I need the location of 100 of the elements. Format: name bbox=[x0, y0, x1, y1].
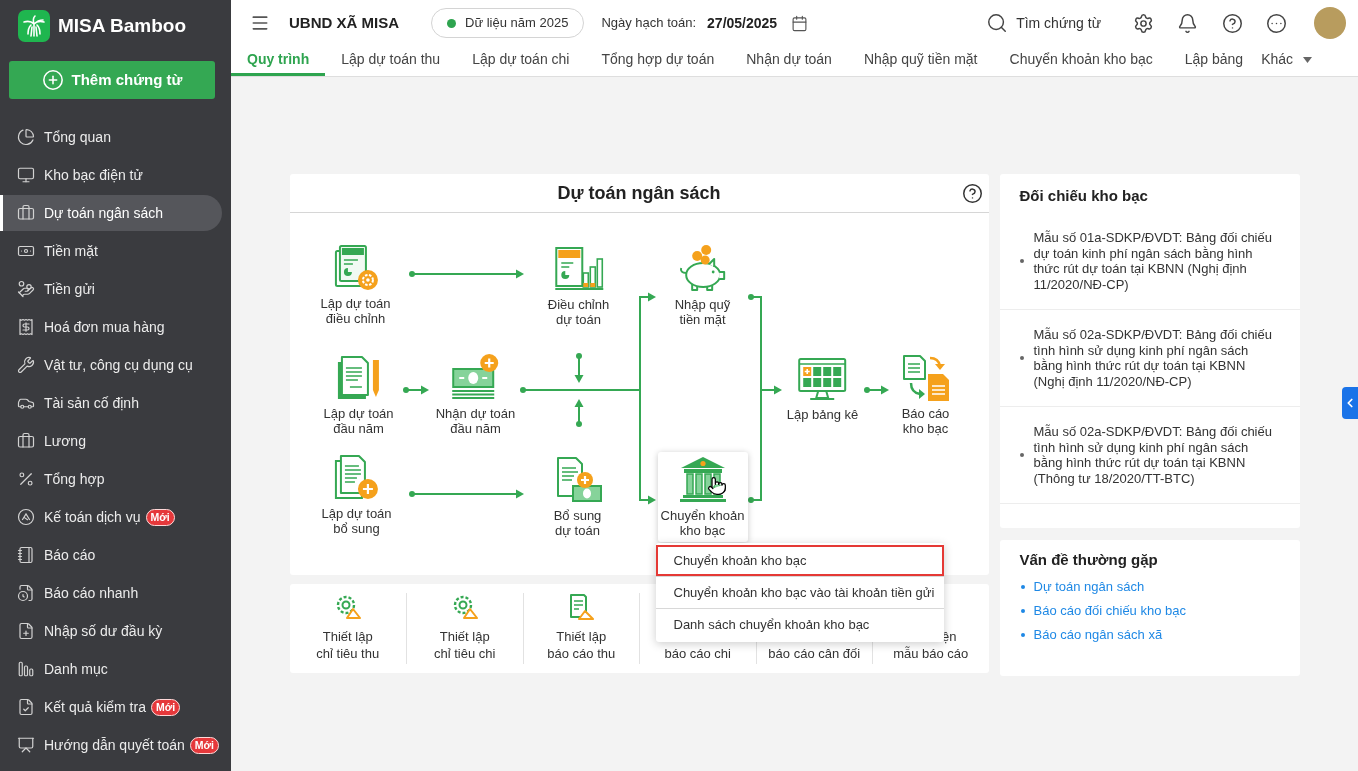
bullet-icon bbox=[1020, 609, 1025, 613]
tab[interactable]: Lập dự toán chi bbox=[456, 46, 586, 76]
notebook-icon bbox=[17, 546, 35, 564]
process-step[interactable]: Nhận dự toán đầu năm bbox=[435, 352, 516, 436]
monitor-icon bbox=[17, 166, 35, 184]
collapse-button[interactable] bbox=[1342, 387, 1358, 419]
presentation-icon bbox=[17, 736, 35, 754]
sidebar-item[interactable]: Dự toán ngân sách bbox=[0, 195, 222, 231]
settings-icon[interactable] bbox=[1133, 12, 1154, 34]
process-step[interactable]: Lập dự toán điều chỉnh bbox=[320, 242, 391, 326]
menu-item[interactable]: Chuyển khoản kho bạc vào tài khoản tiền gửi bbox=[655, 577, 944, 608]
sidebar-item[interactable]: Danh mục bbox=[0, 651, 222, 687]
faq-link[interactable]: Báo cáo ngân sách xã bbox=[1033, 625, 1163, 645]
sidebar-item[interactable]: Lương bbox=[0, 423, 222, 459]
help-icon[interactable] bbox=[1222, 12, 1243, 34]
pie-chart-icon bbox=[17, 128, 35, 146]
sidebar-item[interactable]: Kết quả kiểm tra Mới bbox=[0, 689, 222, 725]
bullet-icon bbox=[1019, 259, 1024, 263]
panel-title: Dự toán ngân sách bbox=[557, 181, 721, 205]
sidebar-item[interactable]: Tài sản cố định bbox=[0, 385, 222, 421]
date-label: Ngày hạch toán: bbox=[601, 14, 697, 33]
report-item[interactable]: Mẫu số 02a-SDKP/ĐVDT: Bảng đối chiếu tình hình sử dụng kinh phí ngân sách bằng hình thức rút dự toán tại KBNN (Thông tư 18/2020/TT-BTC) bbox=[1033, 424, 1280, 486]
plus-circle-icon bbox=[41, 69, 64, 91]
report-item[interactable]: Mẫu số 01a-SDKP/ĐVDT: Bảng đối chiếu dự toán kinh phí ngân sách bằng hình thức rút dự toán tại KBNN (Nghị định 11/2020/NĐ-CP) bbox=[1033, 230, 1280, 292]
app-name: MISA Bamboo bbox=[58, 13, 187, 38]
tab[interactable]: Lập dự toán thu bbox=[325, 46, 457, 76]
tab[interactable]: Lập bảng bbox=[1168, 46, 1260, 76]
tile-label[interactable]: chỉ tiêu thu bbox=[316, 645, 380, 662]
caret-down-icon bbox=[1303, 56, 1313, 63]
menu-icon[interactable] bbox=[250, 13, 270, 33]
file-plus-icon bbox=[17, 622, 35, 640]
bell-icon[interactable] bbox=[1177, 12, 1198, 34]
sidebar-item[interactable]: Vật tư, công cụ dụng cụ bbox=[0, 347, 222, 383]
tile-label[interactable]: báo cáo cân đối bbox=[768, 645, 861, 662]
sidebar-item[interactable]: Báo cáo bbox=[0, 537, 222, 573]
more-tabs-button[interactable]: Khác bbox=[1261, 46, 1313, 76]
process-step[interactable]: Bổ sung dự toán bbox=[551, 454, 604, 538]
tab[interactable]: Chuyển khoản kho bạc bbox=[993, 46, 1169, 76]
tile-label[interactable]: Thiết lập bbox=[322, 628, 373, 645]
process-step[interactable]: Báo cáo kho bạc bbox=[899, 352, 952, 436]
search-icon bbox=[986, 12, 1009, 34]
sidebar-item[interactable]: Hoá đơn mua hàng bbox=[0, 309, 222, 345]
sidebar-item[interactable]: Tiền mặt bbox=[0, 233, 222, 269]
new-badge: Mới bbox=[145, 508, 175, 526]
tab[interactable]: Nhận dự toán bbox=[730, 46, 848, 76]
more-icon[interactable] bbox=[1266, 12, 1287, 34]
date-value[interactable]: 27/05/2025 bbox=[707, 12, 778, 34]
sidebar-item[interactable]: Báo cáo nhanh bbox=[0, 575, 222, 611]
flow-arrow bbox=[863, 385, 889, 395]
sidebar-item[interactable]: Nhập số dư đầu kỳ bbox=[0, 613, 222, 649]
file-check-icon bbox=[17, 698, 35, 716]
tile-label[interactable]: Thiết lập bbox=[556, 628, 607, 645]
briefcase-icon bbox=[17, 204, 35, 222]
report-item[interactable]: Mẫu số 02a-SDKP/ĐVDT: Bảng đối chiếu tình hình sử dụng kinh phí ngân sách bằng hình thức rút dự toán tại KBNN (Nghị định 11/2020/NĐ-CP) bbox=[1033, 327, 1280, 389]
sidebar-item[interactable]: Hướng dẫn quyết toán Mới bbox=[0, 727, 222, 763]
tile-label[interactable]: mẫu báo cáo bbox=[893, 645, 969, 662]
tab[interactable]: Tổng hợp dự toán bbox=[585, 46, 731, 76]
help-icon[interactable] bbox=[961, 182, 983, 204]
panel-title: Vấn đề thường gặp bbox=[1019, 551, 1159, 569]
sidebar-item[interactable]: Tổng hợp bbox=[0, 461, 222, 497]
sidebar-item[interactable]: Kế toán dịch vụ Mới bbox=[0, 499, 222, 535]
bullet-icon bbox=[1019, 453, 1024, 457]
flow-arrow bbox=[402, 385, 429, 395]
bullet-icon bbox=[1020, 585, 1025, 589]
faq-link[interactable]: Dự toán ngân sách bbox=[1033, 577, 1145, 597]
bars-icon bbox=[17, 660, 35, 678]
avatar[interactable] bbox=[1314, 7, 1346, 39]
calendar-icon[interactable] bbox=[791, 14, 809, 32]
menu-item[interactable]: Danh sách chuyển khoản kho bạc bbox=[655, 609, 944, 640]
new-badge: Mới bbox=[189, 736, 219, 754]
process-step[interactable]: Lập dự toán bổ sung bbox=[321, 452, 392, 536]
tab[interactable]: Nhập quỹ tiền mặt bbox=[847, 46, 994, 76]
tile-label[interactable]: Thiết lập bbox=[439, 628, 490, 645]
file-clock-icon bbox=[17, 584, 35, 602]
menu-item[interactable]: Chuyển khoản kho bạc bbox=[655, 545, 944, 576]
process-step[interactable]: Nhập quỹ tiền mặt bbox=[674, 243, 731, 327]
process-step[interactable]: Lập bảng kê bbox=[786, 353, 859, 422]
tile-label[interactable]: chỉ tiêu chi bbox=[434, 645, 496, 662]
receipt-icon bbox=[17, 318, 35, 336]
logo-icon bbox=[18, 10, 50, 42]
triangle-circle-icon bbox=[17, 508, 35, 526]
gear-triangle-icon bbox=[334, 594, 361, 620]
sidebar-item[interactable]: Tiền gửi bbox=[0, 271, 222, 307]
faq-link[interactable]: Báo cáo đối chiếu kho bạc bbox=[1033, 601, 1186, 621]
sidebar-item[interactable]: Kho bạc điện tử bbox=[0, 157, 222, 193]
process-step[interactable]: Lập dự toán đầu năm bbox=[323, 352, 394, 436]
gear-triangle-icon bbox=[451, 594, 478, 620]
hand-coins-icon bbox=[17, 280, 35, 298]
tile-label[interactable]: báo cáo thu bbox=[547, 645, 616, 662]
tile-label[interactable]: báo cáo chi bbox=[664, 645, 731, 662]
wrench-icon bbox=[17, 356, 35, 374]
bullet-icon bbox=[1020, 633, 1025, 637]
search-button[interactable]: Tìm chứng từ bbox=[986, 12, 1101, 34]
hand-cursor-icon bbox=[706, 475, 727, 497]
process-step[interactable]: Điều chỉnh dự toán bbox=[547, 243, 610, 327]
sidebar-item[interactable]: Tổng quan bbox=[0, 119, 222, 155]
document-triangle-icon bbox=[568, 594, 595, 620]
process-step[interactable]: Chuyển khoản kho bạc bbox=[657, 452, 748, 542]
panel-title: Đối chiếu kho bạc bbox=[1018, 187, 1149, 205]
flow-arrow bbox=[574, 399, 583, 427]
